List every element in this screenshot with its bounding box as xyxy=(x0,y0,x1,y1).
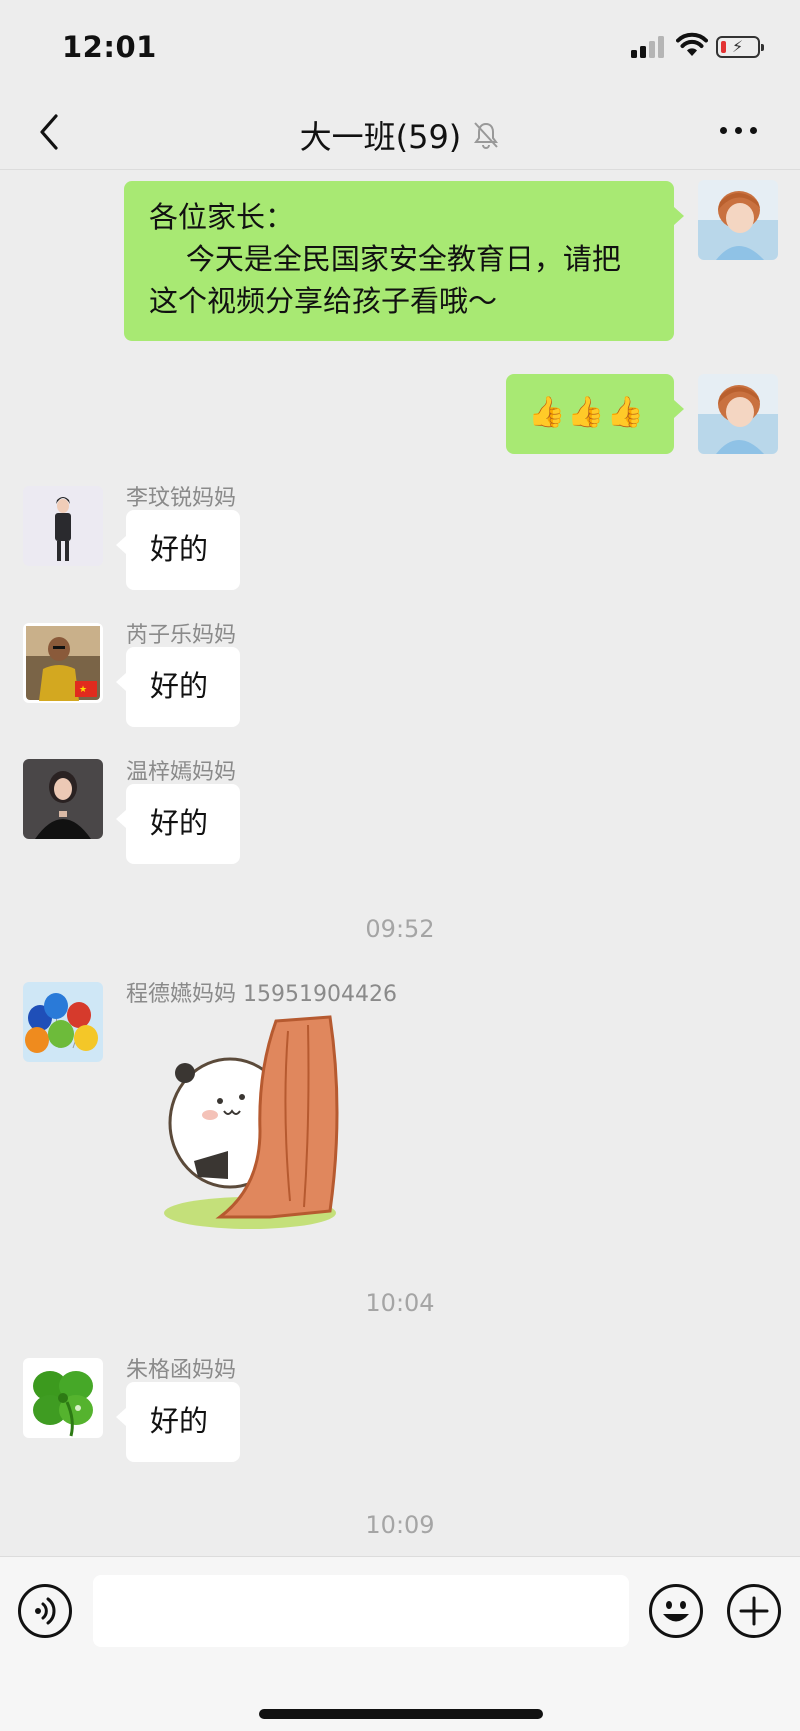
message-bubble-outgoing[interactable]: 👍👍👍 xyxy=(506,374,684,454)
add-icon[interactable] xyxy=(727,1584,781,1638)
more-icon[interactable] xyxy=(720,120,760,140)
thumbs-up-emoji: 👍👍👍 xyxy=(528,395,647,430)
charging-icon: ⚡ xyxy=(732,37,744,56)
message-text: 好的 xyxy=(150,806,209,840)
message-bubble-incoming[interactable]: 好的 xyxy=(116,784,240,864)
timestamp: 10:04 xyxy=(365,1289,435,1317)
chat-title: 大一班(59) xyxy=(299,118,462,156)
avatar-member[interactable] xyxy=(23,486,103,566)
avatar-member[interactable] xyxy=(23,759,103,839)
sender-name: 李玟锐妈妈 xyxy=(126,486,237,511)
message-text: 好的 xyxy=(150,669,209,703)
message-bubble-outgoing[interactable]: 各位家长： 今天是全民国家安全教育日，请把这个视频分享给孩子看哦～ xyxy=(124,181,684,341)
sender-name: 芮子乐妈妈 xyxy=(126,623,237,648)
battery-icon: ⚡ xyxy=(716,36,764,58)
mute-bell-icon xyxy=(474,122,499,149)
message-bubble-incoming[interactable]: 好的 xyxy=(116,510,240,590)
avatar-self[interactable] xyxy=(698,180,778,260)
sender-name: 程德嬿妈妈 15951904426 xyxy=(126,982,397,1007)
avatar-member[interactable] xyxy=(23,982,103,1062)
home-indicator[interactable] xyxy=(259,1709,543,1719)
avatar-member[interactable]: ★ xyxy=(23,623,103,703)
avatar-self[interactable] xyxy=(698,374,778,454)
message-text: 各位家长： 今天是全民国家安全教育日，请把这个视频分享给孩子看哦～ xyxy=(149,200,621,318)
timestamp: 10:09 xyxy=(365,1511,435,1539)
sender-name: 温梓嫣妈妈 xyxy=(126,760,237,785)
cellular-signal-icon xyxy=(631,36,667,58)
avatar-member[interactable] xyxy=(23,1358,103,1438)
sender-name: 朱格函妈妈 xyxy=(126,1358,237,1383)
svg-text:★: ★ xyxy=(79,685,87,695)
input-bar xyxy=(0,1556,800,1731)
status-time: 12:01 xyxy=(62,30,157,64)
timestamp: 09:52 xyxy=(365,915,435,943)
message-text: 好的 xyxy=(150,532,209,566)
chat-header: 大一班(59) xyxy=(0,96,800,170)
wifi-icon xyxy=(676,32,708,56)
message-bubble-incoming[interactable]: 好的 xyxy=(116,1382,240,1462)
message-list[interactable]: 各位家长： 今天是全民国家安全教育日，请把这个视频分享给孩子看哦～ 👍👍👍 李玟… xyxy=(0,171,800,1556)
message-text: 好的 xyxy=(150,1404,209,1438)
message-bubble-incoming[interactable]: 好的 xyxy=(116,647,240,727)
emoji-icon[interactable] xyxy=(649,1584,703,1638)
voice-icon[interactable] xyxy=(18,1584,72,1638)
battery-level xyxy=(721,41,726,53)
status-bar: 12:01 ⚡ xyxy=(0,0,800,96)
title-area[interactable]: 大一班(59) xyxy=(0,112,800,158)
message-input[interactable] xyxy=(93,1575,629,1647)
panda-tree-sticker[interactable] xyxy=(158,1011,358,1231)
